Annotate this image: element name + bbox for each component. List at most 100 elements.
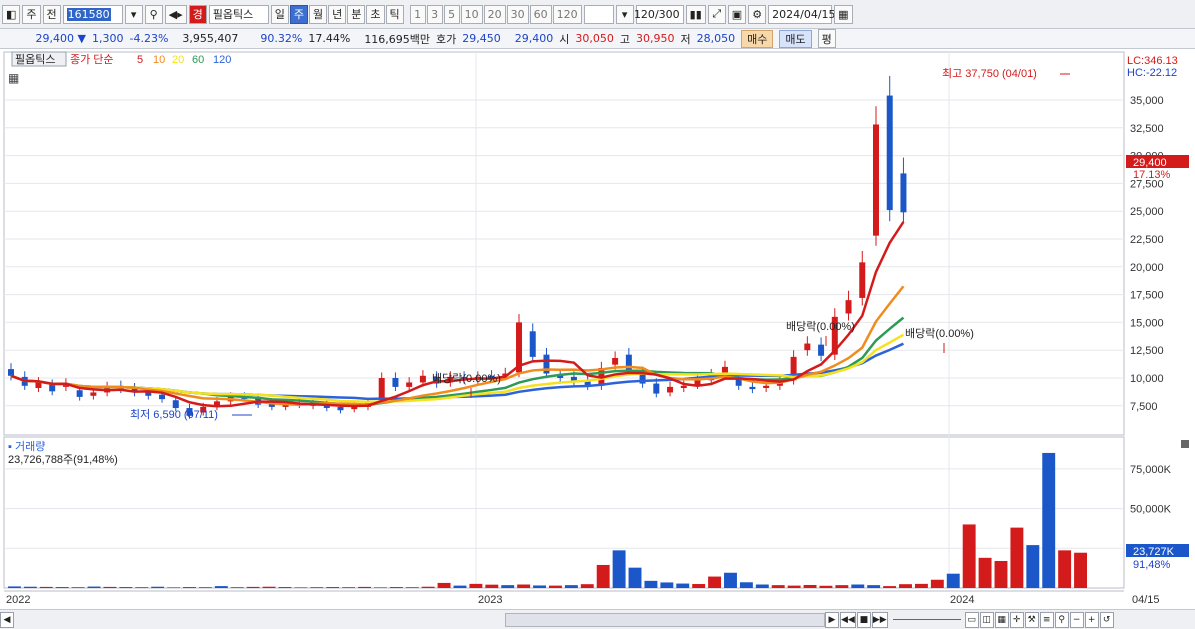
y-tick-label: 35,000 bbox=[1130, 95, 1164, 107]
code-dropdown-icon[interactable]: ▾ bbox=[124, 4, 143, 24]
minute-unit-1[interactable]: 3 bbox=[426, 4, 443, 24]
interval-2[interactable]: 월 bbox=[309, 4, 328, 24]
interval-4[interactable]: 분 bbox=[347, 4, 366, 24]
plus-icon[interactable]: + bbox=[1084, 611, 1099, 628]
volume-title: ▪ 거래량 bbox=[8, 440, 45, 453]
candle-body bbox=[35, 382, 42, 389]
chart-menu-icon[interactable]: ◧ bbox=[2, 4, 21, 24]
list-icon[interactable]: ≡ bbox=[1039, 611, 1054, 628]
zoom-slider[interactable] bbox=[892, 619, 961, 620]
vol-close-icon bbox=[1181, 440, 1189, 448]
volume-bar bbox=[914, 583, 928, 588]
vol-tick: 75,000K bbox=[1130, 464, 1172, 476]
interval-1[interactable]: 주 bbox=[289, 4, 309, 24]
stock-chart[interactable]: 35,00032,50030,00027,50025,00022,50020,0… bbox=[0, 50, 1195, 610]
date-input[interactable]: 2024/04/15 bbox=[768, 4, 836, 24]
layout-icon[interactable]: ▭ bbox=[964, 611, 979, 628]
volume-bar bbox=[644, 580, 658, 588]
y-tick-label: 22,500 bbox=[1130, 234, 1164, 246]
reset-icon[interactable]: ↺ bbox=[1099, 611, 1114, 628]
x-tick-label: 2022 bbox=[6, 594, 30, 606]
candle-body bbox=[886, 95, 893, 211]
hc-indicator: HC:-22.12 bbox=[1127, 67, 1177, 79]
minute-unit-7[interactable]: 120 bbox=[552, 4, 582, 24]
tools-icon[interactable]: ⚒ bbox=[1024, 611, 1039, 628]
legend-ma-20: 20 bbox=[172, 54, 184, 66]
volume-bar bbox=[724, 572, 737, 588]
volume-bar bbox=[103, 586, 117, 588]
stop-icon[interactable]: ■ bbox=[856, 611, 871, 628]
volume-bar bbox=[660, 582, 674, 588]
price-value: 29,400 ▼ bbox=[35, 32, 86, 45]
volume-bar bbox=[262, 586, 276, 588]
save-icon[interactable]: ▣ bbox=[727, 4, 747, 24]
volume-bar bbox=[485, 584, 499, 588]
grid-icon[interactable]: ▦ bbox=[994, 611, 1009, 628]
forward-icon[interactable]: ▶▶ bbox=[871, 611, 888, 628]
y-tick-label: 10,000 bbox=[1130, 373, 1164, 385]
interval-3[interactable]: 년 bbox=[328, 4, 347, 24]
scroll-left-icon[interactable]: ◀ bbox=[0, 611, 14, 628]
minute-unit-3[interactable]: 10 bbox=[460, 4, 483, 24]
draw-tool-icon[interactable]: ⤢ bbox=[707, 4, 726, 24]
volume-bar bbox=[819, 585, 833, 588]
ask2: 29,400 bbox=[514, 32, 554, 45]
volume-bar bbox=[899, 584, 912, 588]
volume-bar bbox=[771, 585, 785, 588]
open-label: 시 bbox=[559, 32, 570, 46]
y-tick-label: 15,000 bbox=[1130, 317, 1164, 329]
zoom-icon[interactable]: ⚲ bbox=[1054, 611, 1069, 628]
volume-bar bbox=[39, 586, 53, 588]
interval-5[interactable]: 초 bbox=[366, 4, 385, 24]
volume-bar bbox=[183, 587, 196, 588]
speaker-icon[interactable]: ◀▸ bbox=[164, 4, 187, 24]
volume-bar bbox=[803, 584, 817, 588]
volume-bar bbox=[310, 587, 324, 588]
candle-body bbox=[159, 394, 166, 400]
scroll-right-icon[interactable]: ▶ bbox=[825, 611, 839, 628]
count-input[interactable]: 120/300 bbox=[634, 4, 684, 24]
interval-6[interactable]: 틱 bbox=[385, 4, 404, 24]
minute-dropdown-icon[interactable]: ▾ bbox=[615, 4, 634, 24]
change-value: 1,300 bbox=[92, 32, 124, 45]
cross-icon[interactable]: ✛ bbox=[1009, 611, 1024, 628]
minute-unit-6[interactable]: 60 bbox=[529, 4, 552, 24]
buy-button[interactable]: 매수 bbox=[741, 29, 774, 48]
volume-bar bbox=[978, 557, 992, 588]
volume-bar bbox=[564, 585, 578, 588]
candle-type-icon[interactable]: ▮▮ bbox=[685, 4, 706, 24]
volume-bar bbox=[342, 587, 356, 588]
candle-body bbox=[818, 344, 825, 356]
volume-value: 3,955,407 bbox=[182, 32, 239, 45]
rewind-icon[interactable]: ◀◀ bbox=[840, 611, 856, 628]
minus-icon[interactable]: − bbox=[1069, 611, 1084, 628]
volume-bar bbox=[501, 585, 515, 588]
candle-body bbox=[900, 173, 907, 213]
calendar-icon[interactable]: ▦ bbox=[834, 4, 853, 24]
minute-unit-0[interactable]: 1 bbox=[409, 4, 426, 24]
stock-name-field[interactable]: 필옵틱스 bbox=[208, 4, 269, 24]
volume-bar bbox=[612, 550, 626, 588]
minute-unit-4[interactable]: 20 bbox=[483, 4, 506, 24]
interval-0[interactable]: 일 bbox=[270, 4, 289, 24]
minute-unit-5[interactable]: 30 bbox=[506, 4, 529, 24]
period-toggle[interactable]: 주 bbox=[22, 4, 41, 24]
code-input[interactable]: 161580 bbox=[62, 4, 123, 24]
candle-body bbox=[763, 385, 770, 389]
volume-panel-frame bbox=[3, 436, 1125, 589]
minute-unit-2[interactable]: 5 bbox=[443, 4, 460, 24]
sell-button[interactable]: 매도 bbox=[779, 29, 812, 48]
search-icon[interactable]: ⚲ bbox=[144, 4, 163, 24]
prev-button[interactable]: 전 bbox=[42, 4, 61, 24]
volume-bar bbox=[755, 584, 769, 588]
candle-body bbox=[749, 386, 756, 390]
gear-icon[interactable]: ⚙ bbox=[748, 4, 767, 24]
split-icon[interactable]: ◫ bbox=[979, 611, 994, 628]
volume-bar bbox=[930, 579, 944, 588]
eval-button[interactable]: 평 bbox=[817, 29, 836, 48]
scroll-thumb[interactable] bbox=[505, 612, 825, 627]
volume-bar bbox=[55, 587, 69, 588]
legend-ma-60: 60 bbox=[192, 54, 204, 66]
minute-custom-input[interactable] bbox=[583, 4, 614, 24]
volume-bar bbox=[230, 587, 244, 588]
